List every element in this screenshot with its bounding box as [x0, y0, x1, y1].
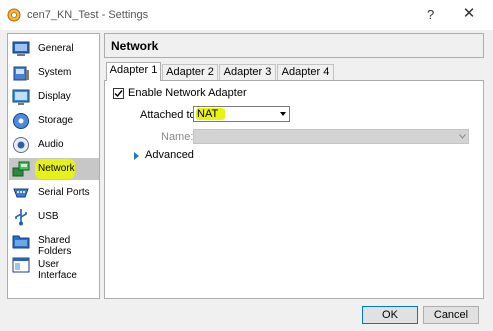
audio-icon	[13, 137, 29, 153]
sidebar-item-usb[interactable]: USB	[9, 206, 99, 228]
sidebar-item-storage[interactable]: Storage	[9, 110, 99, 132]
enable-adapter-checkbox[interactable]	[113, 88, 124, 99]
sidebar-item-display[interactable]: Display	[9, 86, 99, 108]
sidebar-item-label: Display	[38, 91, 71, 102]
chevron-down-icon	[459, 134, 466, 139]
sidebar-item-label: Serial Ports	[38, 187, 90, 198]
tab-adapter-3[interactable]: Adapter 3	[219, 64, 276, 80]
name-label: Name:	[161, 131, 194, 143]
display-icon	[12, 89, 30, 105]
tab-adapter-1[interactable]: Adapter 1	[106, 62, 161, 81]
tab-adapter-2[interactable]: Adapter 2	[162, 64, 218, 80]
cancel-button[interactable]: Cancel	[423, 306, 479, 324]
attached-to-value: NAT	[197, 108, 219, 120]
sidebar-item-serial-ports[interactable]: Serial Ports	[9, 182, 99, 204]
storage-icon	[13, 113, 29, 129]
shared-folders-icon	[12, 235, 30, 249]
name-select	[193, 129, 469, 144]
expand-arrow-icon[interactable]	[134, 152, 139, 160]
user-interface-icon	[12, 257, 30, 273]
sidebar-item-user-interface[interactable]: User Interface	[9, 254, 99, 281]
sidebar-item-label: Storage	[38, 115, 74, 126]
sidebar-item-network[interactable]: Network	[9, 158, 99, 180]
ok-button[interactable]: OK	[362, 306, 418, 324]
tab-adapter-4[interactable]: Adapter 4	[277, 64, 334, 80]
sidebar-item-label: General	[38, 43, 74, 54]
general-icon	[12, 41, 30, 56]
sidebar-item-system[interactable]: System	[9, 62, 99, 84]
attached-to-label: Attached to:	[140, 109, 199, 121]
serial-ports-icon	[13, 188, 29, 198]
adapter-panel: Enable Network Adapter Attached to: NAT …	[104, 80, 484, 299]
virtualbox-app-icon	[7, 8, 21, 22]
sidebar-item-shared-folders[interactable]: Shared Folders	[9, 230, 99, 257]
network-icon	[12, 161, 30, 177]
usb-icon	[15, 209, 27, 226]
sidebar-item-label: Audio	[38, 139, 64, 150]
advanced-toggle[interactable]: Advanced	[145, 149, 194, 161]
chevron-down-icon	[280, 112, 286, 116]
dialog-body: General System Display Storage Audio Net…	[0, 30, 493, 331]
page-title: Network	[111, 39, 159, 53]
window-title: cen7_KN_Test - Settings	[27, 9, 149, 21]
sidebar-item-label: Network	[38, 163, 75, 174]
title-bar: cen7_KN_Test - Settings ? ✕	[0, 0, 493, 30]
settings-sidebar: General System Display Storage Audio Net…	[7, 33, 100, 299]
sidebar-item-general[interactable]: General	[9, 38, 99, 60]
page-header: Network	[104, 33, 484, 58]
sidebar-item-label: USB	[38, 211, 59, 222]
help-button[interactable]: ?	[427, 7, 434, 22]
attached-to-select[interactable]: NAT	[193, 106, 290, 122]
enable-adapter-label: Enable Network Adapter	[128, 87, 247, 99]
sidebar-item-label: User Interface	[38, 259, 77, 281]
sidebar-item-label: System	[38, 67, 72, 78]
system-icon	[13, 66, 29, 81]
checkmark-icon	[114, 90, 123, 98]
sidebar-item-audio[interactable]: Audio	[9, 134, 99, 156]
close-button[interactable]: ✕	[459, 4, 479, 24]
